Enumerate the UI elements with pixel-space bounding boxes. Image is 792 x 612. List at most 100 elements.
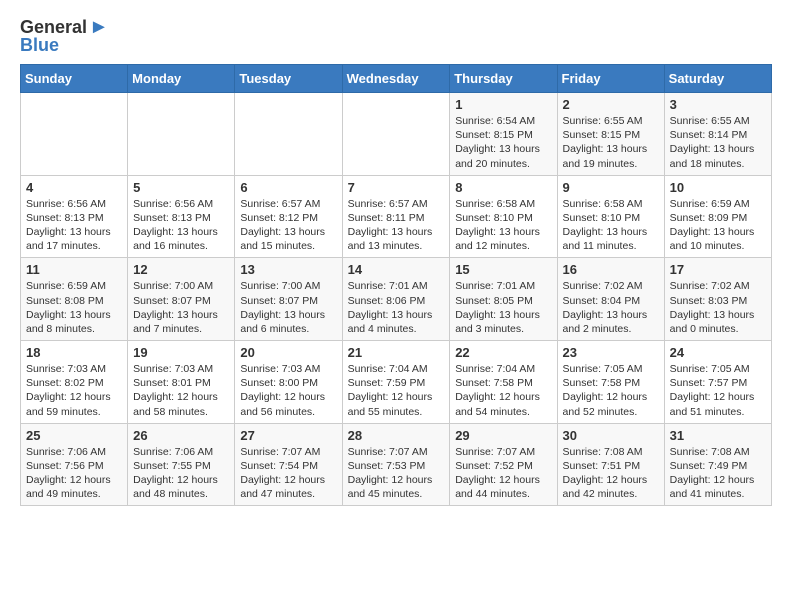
day-number: 22 xyxy=(455,345,551,360)
calendar-cell: 29 Sunrise: 7:07 AM Sunset: 7:52 PM Dayli… xyxy=(450,423,557,506)
calendar-cell: 3 Sunrise: 6:55 AM Sunset: 8:14 PM Daylig… xyxy=(664,93,771,176)
logo-bird-icon: ► xyxy=(89,16,109,39)
day-detail: Sunrise: 7:07 AM Sunset: 7:54 PM Dayligh… xyxy=(240,445,336,502)
calendar-week-row: 11 Sunrise: 6:59 AM Sunset: 8:08 PM Dayli… xyxy=(21,258,772,341)
day-number: 14 xyxy=(348,262,445,277)
calendar-cell: 25Sunrise: 7:06 AM Sunset: 7:56 PM Dayli… xyxy=(21,423,128,506)
day-detail: Sunrise: 6:55 AM Sunset: 8:14 PM Dayligh… xyxy=(670,114,766,171)
calendar-cell: 13 Sunrise: 7:00 AM Sunset: 8:07 PM Dayli… xyxy=(235,258,342,341)
day-number: 4 xyxy=(26,180,122,195)
day-number: 11 xyxy=(26,262,122,277)
day-detail: Sunrise: 7:06 AM Sunset: 7:55 PM Dayligh… xyxy=(133,445,229,502)
day-detail: Sunrise: 7:04 AM Sunset: 7:59 PM Dayligh… xyxy=(348,362,445,419)
day-number: 21 xyxy=(348,345,445,360)
day-detail: Sunrise: 6:55 AM Sunset: 8:15 PM Dayligh… xyxy=(563,114,659,171)
calendar-cell: 22 Sunrise: 7:04 AM Sunset: 7:58 PM Dayli… xyxy=(450,341,557,424)
day-detail: Sunrise: 7:07 AM Sunset: 7:52 PM Dayligh… xyxy=(455,445,551,502)
calendar-cell: 19 Sunrise: 7:03 AM Sunset: 8:01 PM Dayli… xyxy=(128,341,235,424)
calendar-cell: 26 Sunrise: 7:06 AM Sunset: 7:55 PM Dayli… xyxy=(128,423,235,506)
day-detail: Sunrise: 7:08 AM Sunset: 7:49 PM Dayligh… xyxy=(670,445,766,502)
day-detail: Sunrise: 7:03 AM Sunset: 8:01 PM Dayligh… xyxy=(133,362,229,419)
day-detail: Sunrise: 6:56 AM Sunset: 8:13 PM Dayligh… xyxy=(133,197,229,254)
calendar-cell: 14 Sunrise: 7:01 AM Sunset: 8:06 PM Dayli… xyxy=(342,258,450,341)
calendar-cell: 31Sunrise: 7:08 AM Sunset: 7:49 PM Dayli… xyxy=(664,423,771,506)
day-detail: Sunrise: 7:08 AM Sunset: 7:51 PM Dayligh… xyxy=(563,445,659,502)
logo-blue: Blue xyxy=(20,35,59,56)
calendar-cell: 27 Sunrise: 7:07 AM Sunset: 7:54 PM Dayli… xyxy=(235,423,342,506)
weekday-header: Tuesday xyxy=(235,65,342,93)
day-number: 12 xyxy=(133,262,229,277)
day-number: 27 xyxy=(240,428,336,443)
day-number: 29 xyxy=(455,428,551,443)
weekday-header: Thursday xyxy=(450,65,557,93)
calendar-cell: 11 Sunrise: 6:59 AM Sunset: 8:08 PM Dayli… xyxy=(21,258,128,341)
day-detail: Sunrise: 7:05 AM Sunset: 7:58 PM Dayligh… xyxy=(563,362,659,419)
day-detail: Sunrise: 7:00 AM Sunset: 8:07 PM Dayligh… xyxy=(240,279,336,336)
calendar-cell: 10Sunrise: 6:59 AM Sunset: 8:09 PM Dayli… xyxy=(664,175,771,258)
calendar-week-row: 1 Sunrise: 6:54 AM Sunset: 8:15 PM Daylig… xyxy=(21,93,772,176)
day-number: 15 xyxy=(455,262,551,277)
day-detail: Sunrise: 7:07 AM Sunset: 7:53 PM Dayligh… xyxy=(348,445,445,502)
day-number: 23 xyxy=(563,345,659,360)
calendar-cell: 28 Sunrise: 7:07 AM Sunset: 7:53 PM Dayli… xyxy=(342,423,450,506)
day-detail: Sunrise: 6:57 AM Sunset: 8:12 PM Dayligh… xyxy=(240,197,336,254)
day-number: 28 xyxy=(348,428,445,443)
day-detail: Sunrise: 7:00 AM Sunset: 8:07 PM Dayligh… xyxy=(133,279,229,336)
weekday-header-row: SundayMondayTuesdayWednesdayThursdayFrid… xyxy=(21,65,772,93)
day-number: 2 xyxy=(563,97,659,112)
day-detail: Sunrise: 7:02 AM Sunset: 8:04 PM Dayligh… xyxy=(563,279,659,336)
calendar-cell: 20 Sunrise: 7:03 AM Sunset: 8:00 PM Dayli… xyxy=(235,341,342,424)
calendar-table: SundayMondayTuesdayWednesdayThursdayFrid… xyxy=(20,64,772,506)
day-detail: Sunrise: 6:54 AM Sunset: 8:15 PM Dayligh… xyxy=(455,114,551,171)
day-number: 26 xyxy=(133,428,229,443)
calendar-week-row: 4 Sunrise: 6:56 AM Sunset: 8:13 PM Daylig… xyxy=(21,175,772,258)
day-number: 30 xyxy=(563,428,659,443)
calendar-cell: 23 Sunrise: 7:05 AM Sunset: 7:58 PM Dayli… xyxy=(557,341,664,424)
page-header: General ► Blue xyxy=(20,16,772,56)
day-detail: Sunrise: 6:56 AM Sunset: 8:13 PM Dayligh… xyxy=(26,197,122,254)
day-detail: Sunrise: 7:04 AM Sunset: 7:58 PM Dayligh… xyxy=(455,362,551,419)
day-number: 17 xyxy=(670,262,766,277)
day-number: 1 xyxy=(455,97,551,112)
calendar-cell: 15 Sunrise: 7:01 AM Sunset: 8:05 PM Dayli… xyxy=(450,258,557,341)
day-number: 25 xyxy=(26,428,122,443)
calendar-cell: 30 Sunrise: 7:08 AM Sunset: 7:51 PM Dayli… xyxy=(557,423,664,506)
calendar-cell: 8Sunrise: 6:58 AM Sunset: 8:10 PM Daylig… xyxy=(450,175,557,258)
weekday-header: Saturday xyxy=(664,65,771,93)
calendar-week-row: 18 Sunrise: 7:03 AM Sunset: 8:02 PM Dayli… xyxy=(21,341,772,424)
day-detail: Sunrise: 7:01 AM Sunset: 8:06 PM Dayligh… xyxy=(348,279,445,336)
day-number: 9 xyxy=(563,180,659,195)
calendar-week-row: 25Sunrise: 7:06 AM Sunset: 7:56 PM Dayli… xyxy=(21,423,772,506)
calendar-cell xyxy=(21,93,128,176)
calendar-cell: 1 Sunrise: 6:54 AM Sunset: 8:15 PM Daylig… xyxy=(450,93,557,176)
calendar-cell: 12 Sunrise: 7:00 AM Sunset: 8:07 PM Dayli… xyxy=(128,258,235,341)
calendar-cell: 4 Sunrise: 6:56 AM Sunset: 8:13 PM Daylig… xyxy=(21,175,128,258)
calendar-cell xyxy=(128,93,235,176)
day-detail: Sunrise: 6:58 AM Sunset: 8:10 PM Dayligh… xyxy=(563,197,659,254)
calendar-cell: 2 Sunrise: 6:55 AM Sunset: 8:15 PM Daylig… xyxy=(557,93,664,176)
day-number: 20 xyxy=(240,345,336,360)
calendar-cell: 16Sunrise: 7:02 AM Sunset: 8:04 PM Dayli… xyxy=(557,258,664,341)
day-detail: Sunrise: 6:59 AM Sunset: 8:08 PM Dayligh… xyxy=(26,279,122,336)
weekday-header: Monday xyxy=(128,65,235,93)
calendar-cell: 9 Sunrise: 6:58 AM Sunset: 8:10 PM Daylig… xyxy=(557,175,664,258)
calendar-cell: 24Sunrise: 7:05 AM Sunset: 7:57 PM Dayli… xyxy=(664,341,771,424)
day-detail: Sunrise: 6:58 AM Sunset: 8:10 PM Dayligh… xyxy=(455,197,551,254)
calendar-cell: 5Sunrise: 6:56 AM Sunset: 8:13 PM Daylig… xyxy=(128,175,235,258)
calendar-cell: 7Sunrise: 6:57 AM Sunset: 8:11 PM Daylig… xyxy=(342,175,450,258)
day-number: 3 xyxy=(670,97,766,112)
day-detail: Sunrise: 7:03 AM Sunset: 8:02 PM Dayligh… xyxy=(26,362,122,419)
weekday-header: Friday xyxy=(557,65,664,93)
calendar-cell: 6 Sunrise: 6:57 AM Sunset: 8:12 PM Daylig… xyxy=(235,175,342,258)
day-number: 13 xyxy=(240,262,336,277)
day-detail: Sunrise: 7:03 AM Sunset: 8:00 PM Dayligh… xyxy=(240,362,336,419)
day-detail: Sunrise: 6:59 AM Sunset: 8:09 PM Dayligh… xyxy=(670,197,766,254)
day-detail: Sunrise: 7:01 AM Sunset: 8:05 PM Dayligh… xyxy=(455,279,551,336)
day-detail: Sunrise: 7:02 AM Sunset: 8:03 PM Dayligh… xyxy=(670,279,766,336)
logo: General ► Blue xyxy=(20,16,109,56)
day-number: 18 xyxy=(26,345,122,360)
day-number: 6 xyxy=(240,180,336,195)
calendar-cell xyxy=(235,93,342,176)
day-number: 7 xyxy=(348,180,445,195)
day-number: 19 xyxy=(133,345,229,360)
